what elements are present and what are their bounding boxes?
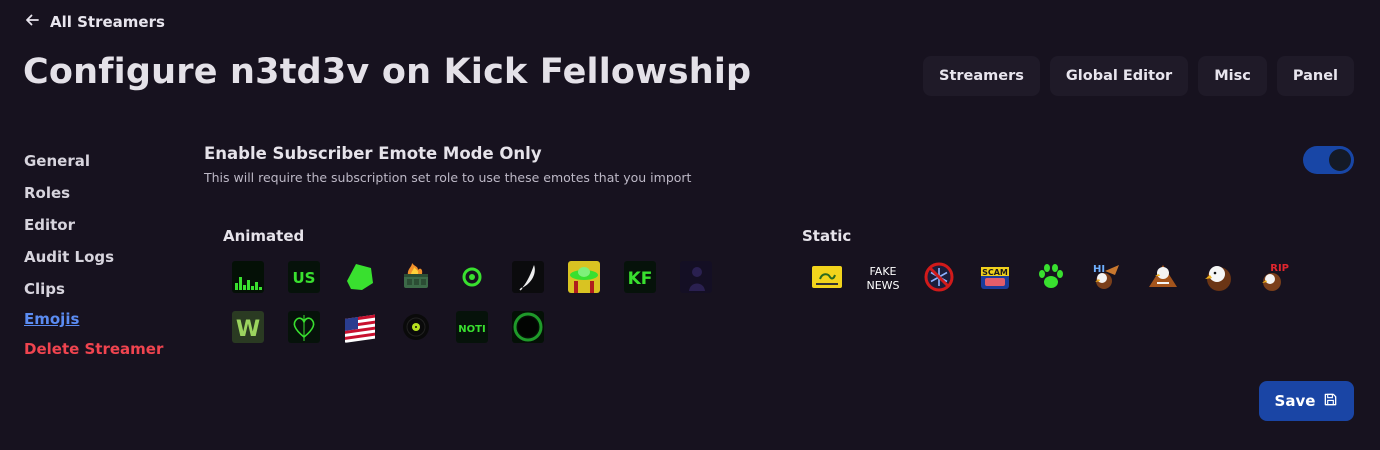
eagle-claws-emote[interactable]: [1147, 261, 1179, 293]
sidebar-item-emojis[interactable]: Emojis: [24, 305, 163, 333]
eagle-hi-emote[interactable]: HI: [1091, 261, 1123, 293]
scam-emote-text: SCAM: [982, 268, 1008, 277]
sidebar-item-roles[interactable]: Roles: [24, 177, 163, 209]
green-portal-emote[interactable]: [512, 311, 544, 343]
equalizer-bars-emote[interactable]: [232, 261, 264, 293]
w-letter-emote[interactable]: W: [232, 311, 264, 343]
eagle-head-emote[interactable]: [1203, 261, 1235, 293]
burning-dumpster-emote[interactable]: [400, 261, 432, 293]
sidebar-item-audit-logs[interactable]: Audit Logs: [24, 241, 163, 273]
floppy-disk-icon: [1323, 392, 1338, 411]
green-coin-emote[interactable]: [456, 261, 488, 293]
toggle-knob: [1329, 149, 1351, 171]
back-link[interactable]: All Streamers: [24, 10, 165, 34]
save-button[interactable]: Save: [1259, 381, 1354, 421]
white-feather-emote[interactable]: [512, 261, 544, 293]
us-text-emote[interactable]: US: [288, 261, 320, 293]
animated-emote-grid: US KF W NOTI: [232, 261, 752, 361]
paw-print-emote[interactable]: [1035, 261, 1067, 293]
scam-can-emote[interactable]: SCAM: [979, 261, 1011, 293]
kf-emote-text: KF: [628, 269, 653, 289]
eagle-rip-emote[interactable]: RIP: [1259, 261, 1291, 293]
fake-emote-text: FAKE: [869, 265, 896, 278]
nav-panel-button[interactable]: Panel: [1276, 56, 1354, 96]
green-blob-emote[interactable]: [344, 261, 376, 293]
nav-misc-button[interactable]: Misc: [1198, 56, 1267, 96]
us-flag-emote[interactable]: [344, 311, 376, 343]
static-section-title: Static: [802, 227, 852, 245]
static-emote-grid: FAKE NEWS SCAM HI RIP: [811, 261, 1331, 311]
subscriber-mode-toggle[interactable]: [1303, 146, 1354, 174]
no-snowflake-emote[interactable]: [923, 261, 955, 293]
sidebar-item-general[interactable]: General: [24, 145, 163, 177]
w-emote-text: W: [236, 317, 260, 342]
news-emote-text: NEWS: [867, 279, 899, 292]
heart-lines-emote[interactable]: [288, 311, 320, 343]
vinyl-record-emote[interactable]: [400, 311, 432, 343]
save-button-label: Save: [1274, 392, 1316, 410]
nav-streamers-button[interactable]: Streamers: [923, 56, 1040, 96]
noti-text-emote[interactable]: NOTI: [456, 311, 488, 343]
page-title: Configure n3td3v on Kick Fellowship: [23, 52, 752, 92]
us-emote-text: US: [293, 269, 316, 287]
fake-news-emote[interactable]: FAKE NEWS: [867, 261, 899, 293]
sidebar: General Roles Editor Audit Logs Clips Em…: [24, 145, 163, 365]
dark-figure-emote[interactable]: [680, 261, 712, 293]
nav-global-editor-button[interactable]: Global Editor: [1049, 56, 1189, 96]
animated-section-title: Animated: [223, 227, 305, 245]
rip-emote-text: RIP: [1270, 263, 1289, 274]
sidebar-item-clips[interactable]: Clips: [24, 273, 163, 305]
arrow-left-icon: [24, 12, 40, 32]
sidebar-item-delete-streamer[interactable]: Delete Streamer: [24, 333, 163, 365]
sidebar-item-editor[interactable]: Editor: [24, 209, 163, 241]
setting-title: Enable Subscriber Emote Mode Only: [204, 144, 542, 163]
kf-text-emote[interactable]: KF: [624, 261, 656, 293]
gadsden-flag-emote[interactable]: [811, 261, 843, 293]
setting-description: This will require the subscription set r…: [204, 170, 692, 185]
noti-emote-text: NOTI: [458, 324, 485, 335]
back-link-label: All Streamers: [50, 13, 165, 31]
green-ufo-emote[interactable]: [568, 261, 600, 293]
top-nav: Streamers Global Editor Misc Panel: [923, 56, 1354, 96]
